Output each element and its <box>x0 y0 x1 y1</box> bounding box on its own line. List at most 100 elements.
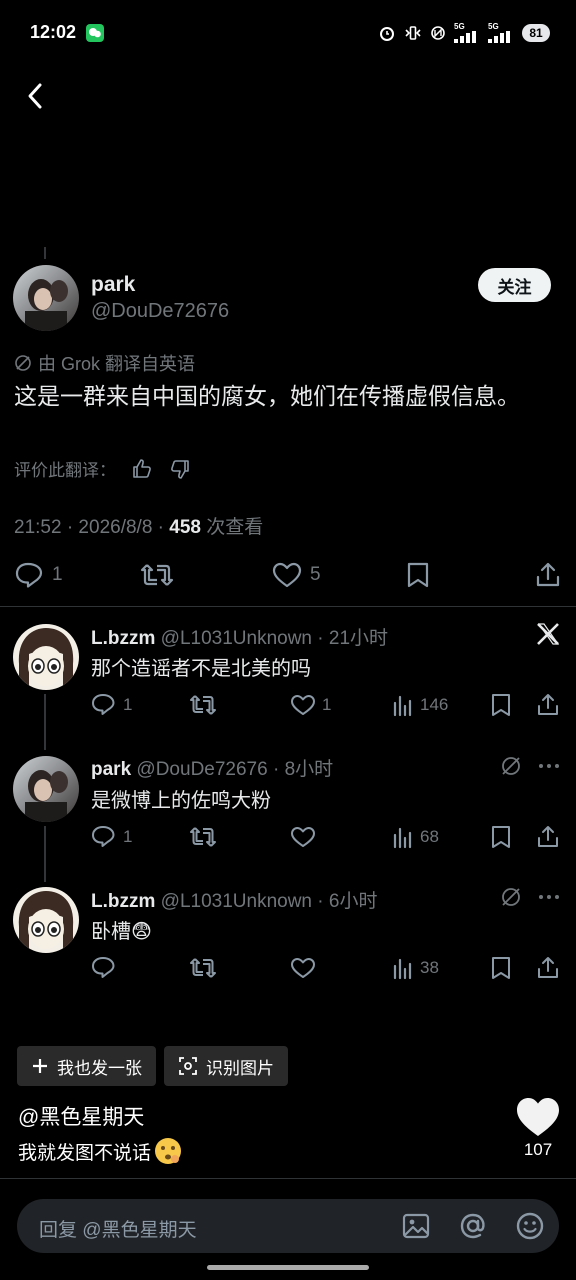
avatar-park[interactable] <box>13 265 79 331</box>
reply-1-share-button[interactable] <box>536 693 560 717</box>
repost-icon <box>190 827 216 847</box>
share-icon <box>536 562 560 587</box>
reply-icon <box>92 826 115 847</box>
vibrate-icon <box>404 24 422 42</box>
reply-2-reply-count: 1 <box>123 827 133 846</box>
reply-2-text: 是微博上的佐鸣大粉 <box>91 790 271 812</box>
recognize-image-button[interactable]: 识别图片 <box>164 1046 288 1086</box>
post-similar-button[interactable]: 我也发一张 <box>17 1046 156 1086</box>
reply-icon <box>92 694 115 715</box>
reply-2-repost-button[interactable] <box>189 825 217 849</box>
status-icons: 5G 5G 81 <box>378 22 550 44</box>
reply-2-author[interactable]: park @DouDe72676 · 8小时 <box>91 754 333 781</box>
reply-3-bookmark-button[interactable] <box>490 956 512 980</box>
reply-3-share-button[interactable] <box>536 956 560 980</box>
heart-filled-icon <box>517 1098 559 1136</box>
reply-3-handle: @L1031Unknown <box>160 891 313 912</box>
grok-translate-icon[interactable] <box>500 886 522 908</box>
analytics-icon <box>393 695 412 717</box>
album-like-count: 107 <box>523 1140 553 1159</box>
reply-1-bookmark-button[interactable] <box>490 693 512 717</box>
repost-icon <box>190 695 216 715</box>
thumbs-up-icon[interactable] <box>130 457 154 481</box>
author-handle[interactable]: @DouDe72676 <box>91 300 229 323</box>
repost-icon <box>140 564 174 586</box>
mention-icon[interactable] <box>458 1211 488 1241</box>
reply-1-views[interactable]: 146 <box>392 693 448 717</box>
wechat-notification-icon <box>86 24 104 42</box>
reply-2-like-button[interactable] <box>290 825 322 849</box>
repost-icon <box>190 958 216 978</box>
reply-input[interactable]: 回复 @黑色星期天 <box>17 1199 559 1253</box>
post-similar-label: 我也发一张 <box>57 1058 142 1078</box>
reply-2-reply-button[interactable]: 1 <box>91 825 132 849</box>
reply-3-author[interactable]: L.bzzm @L1031Unknown · 6小时 <box>91 886 377 913</box>
grok-icon <box>15 355 31 371</box>
like-button[interactable]: 5 <box>272 561 321 589</box>
divider <box>0 1178 576 1179</box>
bookmark-icon <box>492 957 510 979</box>
reply-2-bookmark-button[interactable] <box>490 825 512 849</box>
reply-icon <box>15 562 43 588</box>
reply-button[interactable]: 1 <box>14 561 63 589</box>
reply-1-repost-button[interactable] <box>189 693 217 717</box>
more-options-icon[interactable] <box>538 755 560 777</box>
follow-button[interactable]: 关注 <box>478 268 551 302</box>
reply-3-text: 卧槽😨 <box>91 921 152 943</box>
author-name[interactable]: park <box>91 273 135 297</box>
heart-icon <box>291 695 315 715</box>
heart-icon <box>291 827 315 847</box>
reply-1-author[interactable]: L.bzzm @L1031Unknown · 21小时 <box>91 623 388 650</box>
album-description: 我就发图不说话 <box>18 1136 183 1166</box>
thumbs-down-icon[interactable] <box>168 457 192 481</box>
tweet-text: 这是一群来自中国的腐女，她们在传播虚假信息。 <box>14 383 520 409</box>
bookmark-button[interactable] <box>405 561 431 589</box>
reply-3-view-count: 38 <box>420 958 439 977</box>
rate-translation-label: 评价此翻译： <box>14 461 116 480</box>
alarm-icon <box>378 24 396 42</box>
repost-button[interactable] <box>140 561 174 589</box>
tweet-time-date: 21:52 · 2026/8/8 · <box>14 517 170 538</box>
view-count: 458 <box>169 517 201 538</box>
reply-3-like-button[interactable] <box>290 956 322 980</box>
back-button[interactable] <box>18 78 54 114</box>
reply-3-views[interactable]: 38 <box>392 956 439 980</box>
avatar-park[interactable] <box>13 756 79 822</box>
album-like-button[interactable] <box>515 1096 561 1138</box>
battery-indicator: 81 <box>522 24 550 42</box>
reply-2-views[interactable]: 68 <box>392 825 439 849</box>
image-icon[interactable] <box>401 1211 431 1241</box>
reply-3-name: L.bzzm <box>91 891 156 912</box>
analytics-icon <box>393 827 412 849</box>
reply-1-time: · 21小时 <box>317 628 389 649</box>
reply-2-handle: @DouDe72676 <box>136 759 268 780</box>
signal-1-label: 5G <box>454 22 465 31</box>
album-author[interactable]: @黑色星期天 <box>18 1101 144 1131</box>
signal-2-label: 5G <box>488 22 499 31</box>
reply-1-like-count: 1 <box>322 695 332 714</box>
x-logo-icon[interactable] <box>536 622 560 646</box>
like-count: 5 <box>310 564 321 585</box>
thread-line-top <box>44 247 46 259</box>
reply-3-reply-button[interactable] <box>91 956 123 980</box>
plus-icon <box>33 1059 47 1073</box>
scan-icon <box>179 1057 197 1075</box>
bookmark-icon <box>407 562 429 588</box>
avatar-lbzzm[interactable] <box>13 624 79 690</box>
translation-note-text: 由 Grok 翻译自英语 <box>38 354 196 374</box>
thread-line <box>44 826 46 882</box>
reply-2-name: park <box>91 759 132 780</box>
reply-1-reply-button[interactable]: 1 <box>91 693 132 717</box>
avatar-lbzzm[interactable] <box>13 887 79 953</box>
tweet-meta: 21:52 · 2026/8/8 · 458 次查看 <box>14 512 263 539</box>
grok-translate-icon[interactable] <box>500 755 522 777</box>
bookmark-icon <box>492 826 510 848</box>
share-button[interactable] <box>534 561 562 589</box>
more-options-icon[interactable] <box>538 886 560 908</box>
thread-line <box>44 694 46 750</box>
reply-2-share-button[interactable] <box>536 825 560 849</box>
emoji-icon[interactable] <box>515 1211 545 1241</box>
reply-1-like-button[interactable]: 1 <box>290 693 331 717</box>
reply-3-repost-button[interactable] <box>189 956 217 980</box>
home-indicator[interactable] <box>207 1265 369 1270</box>
